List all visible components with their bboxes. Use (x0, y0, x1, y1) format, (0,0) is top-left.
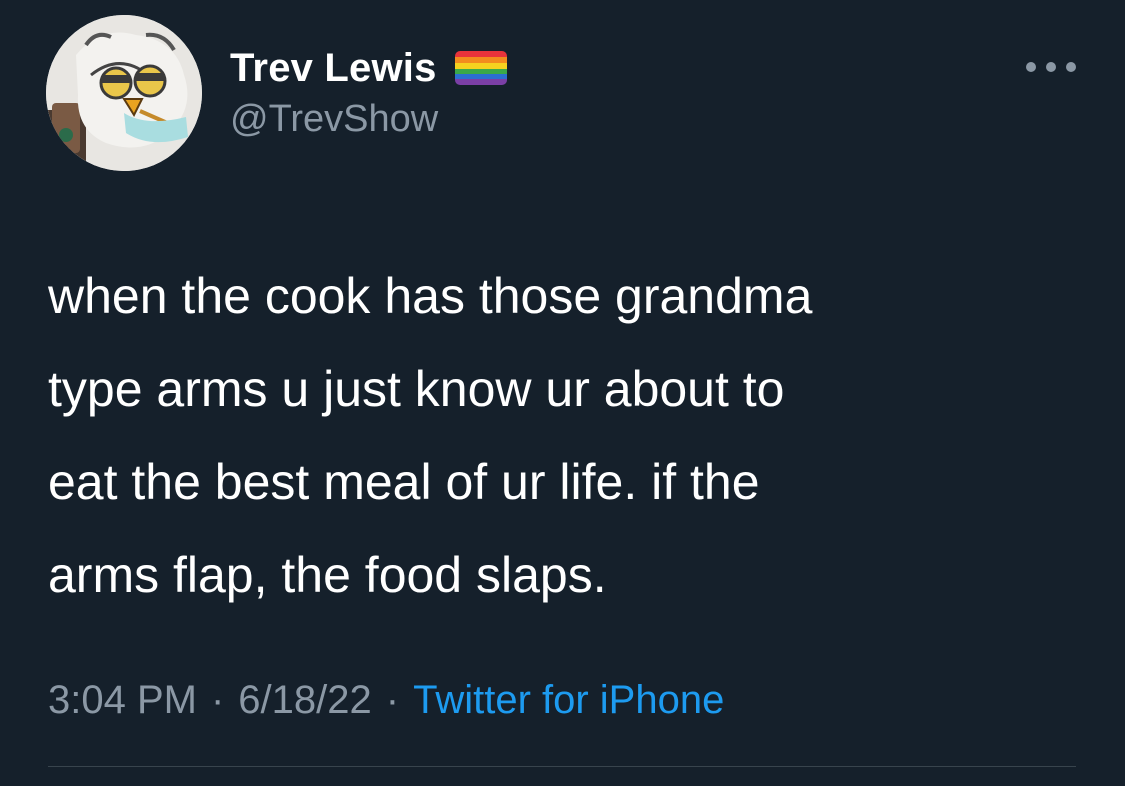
tweet-source-link[interactable]: Twitter for iPhone (413, 678, 724, 722)
dot-icon (1046, 62, 1056, 72)
avatar[interactable] (46, 15, 202, 171)
more-options-icon[interactable] (1026, 58, 1076, 76)
meta-separator: · (210, 678, 225, 722)
author-name-row: Trev Lewis (230, 44, 507, 92)
dot-icon (1026, 62, 1036, 72)
tweet-text-line: when the cook has those grandma (48, 268, 813, 324)
dot-icon (1066, 62, 1076, 72)
tweet: Trev Lewis @TrevShow when the cook has t… (0, 0, 1125, 786)
tweet-text: when the cook has those grandma type arm… (48, 250, 1068, 622)
author-handle[interactable]: @TrevShow (230, 98, 438, 141)
tweet-meta: 3:04 PM · 6/18/22 · Twitter for iPhone (48, 678, 724, 723)
rainbow-flag-icon (454, 51, 507, 85)
divider (48, 766, 1076, 767)
display-name[interactable]: Trev Lewis (230, 46, 437, 91)
tweet-text-line: type arms u just know ur about to (48, 361, 785, 417)
tweet-date[interactable]: 6/18/22 (238, 678, 371, 722)
tweet-time[interactable]: 3:04 PM (48, 678, 197, 722)
tweet-text-line: arms flap, the food slaps. (48, 547, 607, 603)
meta-separator: · (385, 678, 400, 722)
tweet-text-line: eat the best meal of ur life. if the (48, 454, 760, 510)
furby-avatar-icon (46, 15, 202, 171)
